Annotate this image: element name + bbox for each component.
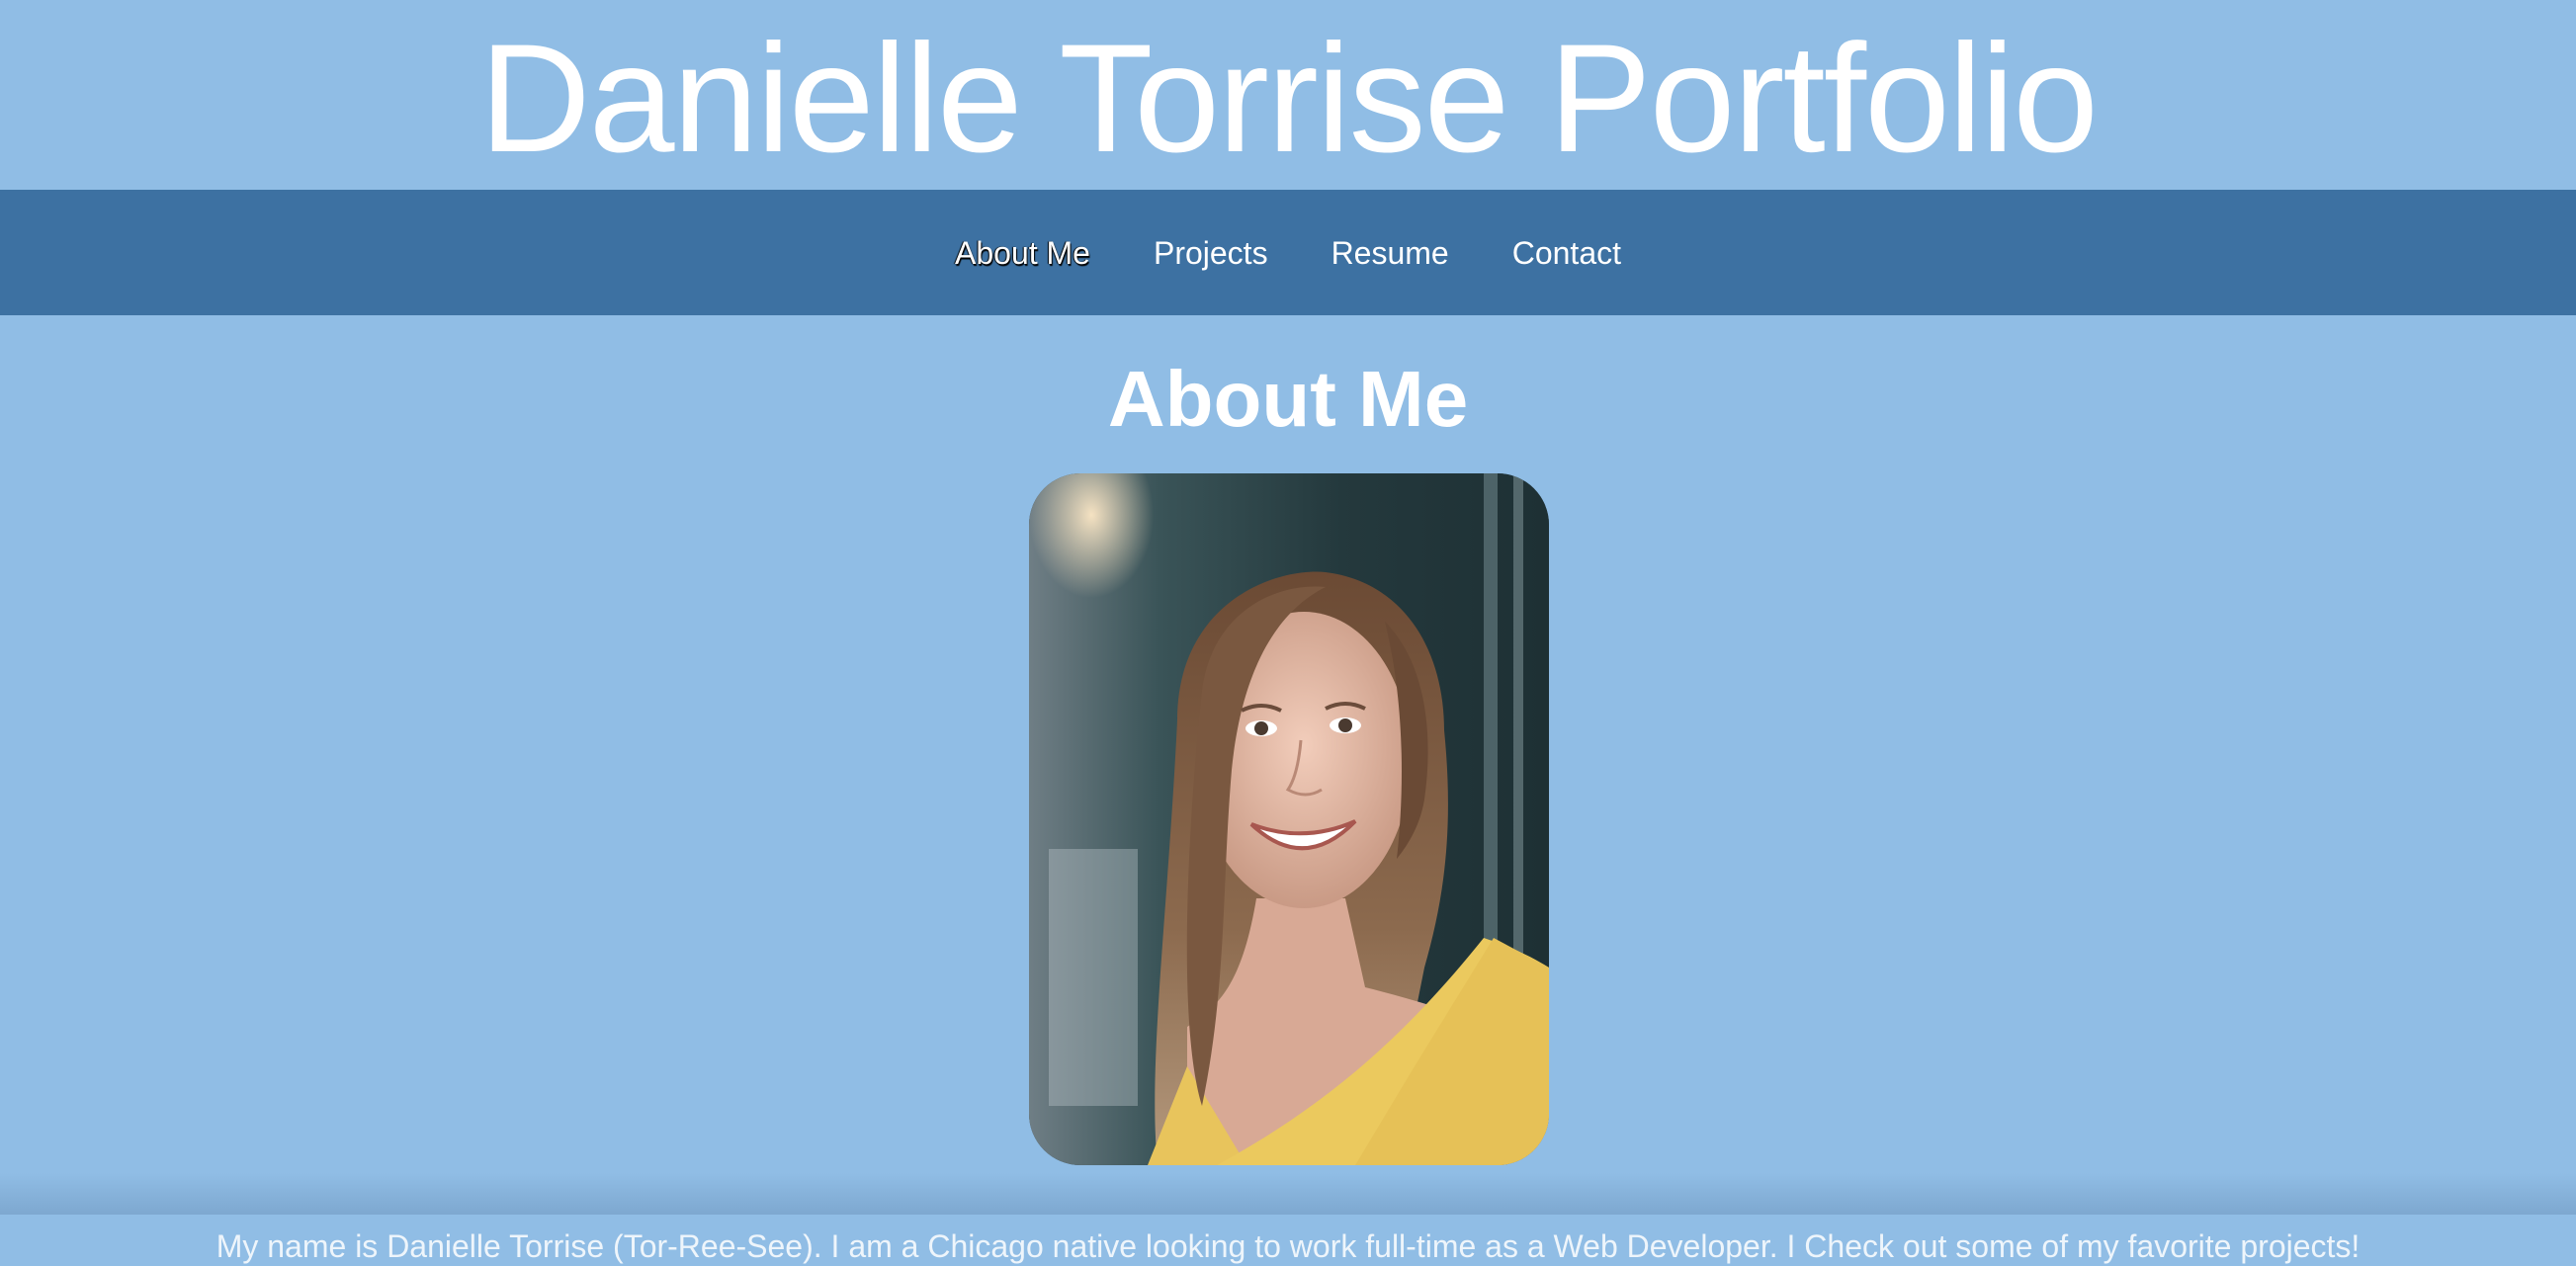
bio-paragraph: My name is Danielle Torrise (Tor-Ree-See… bbox=[215, 1228, 2361, 1264]
nav-link-contact[interactable]: Contact bbox=[1512, 231, 1621, 275]
nav-link-about-me[interactable]: About Me bbox=[955, 231, 1090, 275]
nav-item-resume: Resume bbox=[1331, 233, 1449, 273]
main-navigation: About Me Projects Resume Contact bbox=[0, 190, 2576, 315]
portrait-image bbox=[1029, 473, 1549, 1165]
nav-link-projects[interactable]: Projects bbox=[1154, 231, 1268, 275]
nav-item-projects: Projects bbox=[1154, 233, 1268, 273]
nav-list: About Me Projects Resume Contact bbox=[955, 233, 1621, 273]
section-heading: About Me bbox=[1107, 355, 1469, 443]
bio-fade-overlay bbox=[0, 1173, 2576, 1215]
nav-item-about: About Me bbox=[955, 233, 1090, 273]
nav-item-contact: Contact bbox=[1512, 233, 1621, 273]
site-header: Danielle Torrise Portfolio bbox=[0, 0, 2576, 190]
site-title: Danielle Torrise Portfolio bbox=[479, 13, 2099, 185]
about-section: About Me My name is Danielle Torrise (To… bbox=[0, 315, 2576, 1264]
nav-link-resume[interactable]: Resume bbox=[1331, 231, 1449, 275]
profile-photo bbox=[1029, 473, 1549, 1165]
